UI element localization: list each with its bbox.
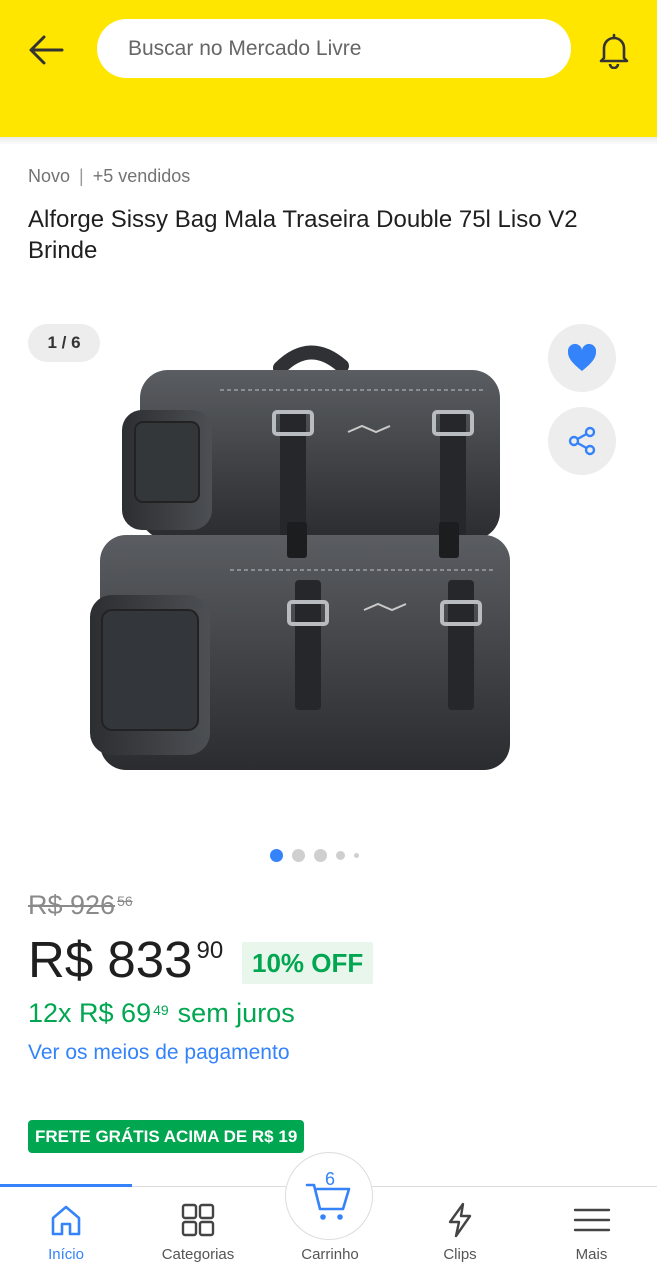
pagination-dot[interactable] [354, 853, 359, 858]
grid-icon [181, 1203, 215, 1237]
search-placeholder: Buscar no Mercado Livre [128, 36, 362, 60]
bag-illustration [90, 345, 510, 770]
gallery-pagination[interactable] [270, 849, 359, 862]
installments-terms: sem juros [177, 998, 295, 1028]
top-header: Buscar no Mercado Livre [0, 0, 657, 137]
original-price-value: R$ 926 [28, 890, 116, 920]
nav-item-clips[interactable]: Clips [394, 1187, 526, 1280]
share-button[interactable] [548, 407, 616, 475]
pagination-dot[interactable] [314, 849, 327, 862]
nav-label-carrinho: Carrinho [301, 1246, 359, 1263]
nav-item-inicio[interactable]: Início [0, 1187, 132, 1280]
current-price-cents: 90 [196, 937, 224, 964]
share-icon [568, 426, 596, 456]
product-subtitle: Novo | +5 vendidos [28, 166, 190, 187]
nav-item-mais[interactable]: Mais [526, 1187, 657, 1280]
discount-badge: 10% OFF [242, 942, 374, 984]
heart-icon [567, 343, 597, 371]
installments-cents: 49 [153, 1002, 169, 1018]
lightning-icon [448, 1202, 472, 1238]
sold-count: +5 vendidos [92, 166, 191, 186]
image-counter: 1 / 6 [28, 324, 100, 362]
nav-label-mais: Mais [575, 1246, 608, 1263]
nav-label-clips: Clips [443, 1246, 477, 1263]
installments-value: 12x R$ 69 [28, 998, 152, 1028]
installments: 12x R$ 69 49 sem juros [28, 998, 295, 1029]
free-shipping-badge: FRETE GRÁTIS ACIMA DE R$ 19 [28, 1120, 305, 1153]
nav-label-inicio: Início [48, 1246, 84, 1263]
notifications-button[interactable] [590, 26, 638, 74]
pagination-dot[interactable] [270, 849, 283, 862]
back-button[interactable] [22, 26, 70, 74]
current-price: R$ 833 90 [28, 930, 223, 989]
search-input[interactable]: Buscar no Mercado Livre [97, 19, 571, 78]
original-price-cents: 56 [117, 893, 133, 909]
current-price-value: R$ 833 [28, 931, 193, 988]
favorite-button[interactable] [548, 324, 616, 392]
payment-methods-link[interactable]: Ver os meios de pagamento [28, 1041, 290, 1065]
cart-count-badge: 6 [324, 1169, 335, 1189]
pagination-dot[interactable] [292, 849, 305, 862]
subtitle-separator: | [79, 166, 84, 186]
nav-item-carrinho[interactable]: 6 [285, 1152, 373, 1240]
condition-label: Novo [28, 166, 71, 186]
original-price: R$ 926 56 [28, 890, 133, 921]
header-shadow [0, 137, 657, 145]
nav-item-categorias[interactable]: Categorias [132, 1187, 264, 1280]
menu-icon [573, 1208, 610, 1232]
home-icon [51, 1205, 81, 1236]
bell-icon [599, 33, 629, 69]
pagination-dot[interactable] [336, 851, 345, 860]
nav-label-categorias: Categorias [161, 1246, 235, 1263]
product-image[interactable] [80, 330, 520, 790]
arrow-left-icon [29, 35, 64, 65]
product-title: Alforge Sissy Bag Mala Traseira Double 7… [28, 206, 578, 264]
